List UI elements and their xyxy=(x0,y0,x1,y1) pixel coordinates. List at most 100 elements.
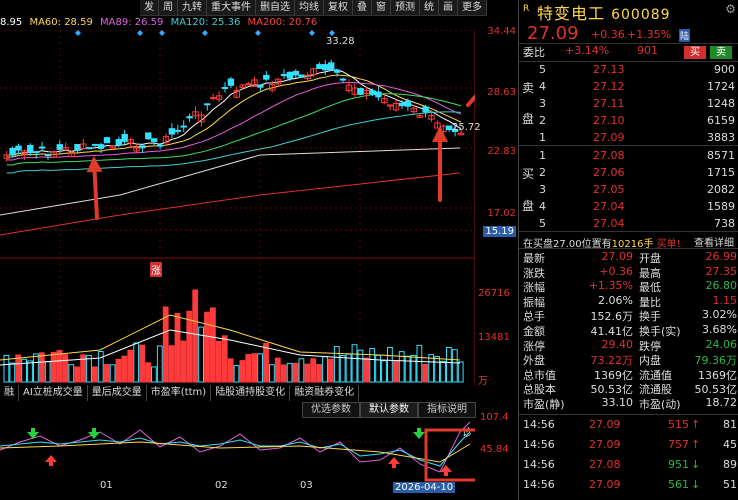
sell-button[interactable]: 卖 xyxy=(710,46,732,59)
toolbar-item-11[interactable]: 画 xyxy=(439,0,458,15)
candle xyxy=(257,85,264,88)
volume-bar xyxy=(215,340,222,383)
bid-row[interactable]: 1 27.08 8571 xyxy=(537,149,737,165)
ob-volume: 1248 xyxy=(707,97,735,110)
candle xyxy=(204,103,211,106)
candle xyxy=(286,71,294,79)
tick-price: 27.09 xyxy=(589,478,621,491)
divider xyxy=(519,145,738,146)
candle xyxy=(139,145,146,149)
axis-label-4: 17.02 xyxy=(487,208,516,219)
tick-count: 89 xyxy=(723,458,737,471)
candle xyxy=(44,154,52,157)
axis-label-3: 22.83 xyxy=(487,146,516,157)
tick-count: 81 xyxy=(723,418,737,431)
ask-row[interactable]: 3 27.11 1248 xyxy=(537,97,737,113)
candle xyxy=(280,73,288,77)
kline-chart[interactable] xyxy=(0,30,475,390)
volume-bar xyxy=(210,307,216,383)
volume-bar xyxy=(434,356,441,383)
volume-bar xyxy=(156,345,163,383)
candle xyxy=(174,129,182,132)
indicator-tab-1[interactable]: AI立桩成交量 xyxy=(19,385,88,401)
indicator-tab-4[interactable]: 陆股通持股变化 xyxy=(211,385,291,401)
quote-panel: R 特变电工 600089 ⚙ 27.09 +0.36 +1.35% 陆 委比 … xyxy=(518,0,738,500)
volume-bar xyxy=(387,346,393,383)
axis-label-2: 28.63 xyxy=(487,87,516,98)
toolbar-item-10[interactable]: 统 xyxy=(420,0,439,15)
annotation-arrow-1-head xyxy=(86,156,103,173)
toolbar-item-2[interactable]: 九转 xyxy=(178,0,207,15)
candle xyxy=(369,90,376,95)
bid-row[interactable]: 2 27.06 1715 xyxy=(537,166,737,182)
stat-value: 2.06% xyxy=(598,293,633,307)
volume-bar xyxy=(310,358,317,383)
candle xyxy=(375,91,382,98)
stat-value: 41.41亿 xyxy=(590,325,634,338)
ob-price: 27.09 xyxy=(593,131,625,144)
toolbar-item-0[interactable]: 发 xyxy=(140,0,159,15)
stat-value: 3.02% xyxy=(702,308,737,322)
indicator-tab-3[interactable]: 市盈率(ttm) xyxy=(147,385,212,401)
ob-price: 27.05 xyxy=(593,183,625,196)
toolbar-item-6[interactable]: 复权 xyxy=(324,0,353,15)
ma200-value: MA200: 20.76 xyxy=(247,17,318,28)
chart-markers xyxy=(75,30,475,220)
volume-bar xyxy=(446,346,452,383)
volume-bar xyxy=(21,358,28,383)
candle xyxy=(168,128,176,135)
volume-bar xyxy=(62,354,69,383)
volume-bar xyxy=(27,360,33,383)
volume-bar xyxy=(269,364,275,383)
buy-side-label-2: 盘 xyxy=(521,199,534,213)
toolbar-item-8[interactable]: 窗 xyxy=(372,0,391,15)
ob-level: 2 xyxy=(539,114,546,127)
volume-bar xyxy=(451,349,458,383)
indicator-tab-0[interactable]: 融 xyxy=(0,385,19,401)
stat-key: 外盘 xyxy=(523,354,545,368)
stat-value: 26.80 xyxy=(705,279,738,293)
stat-key: 市盈(静) xyxy=(523,398,565,411)
candle xyxy=(9,147,16,156)
arrow-up-icon: ↑ xyxy=(691,418,701,431)
toolbar-item-7[interactable]: 叠 xyxy=(353,0,372,15)
tick-count: 45 xyxy=(723,438,737,451)
stat-key: 换手(实) xyxy=(639,325,681,338)
toolbar-item-9[interactable]: 预测 xyxy=(391,0,420,15)
stock-title[interactable]: 特变电工 600089 xyxy=(537,0,671,23)
stat-row: 最新 27.09 开盘 26.99 xyxy=(519,250,738,265)
ob-price: 27.11 xyxy=(593,97,625,110)
indicator-tab-5[interactable]: 融资融券变化 xyxy=(290,385,360,401)
stat-row: 市盈(静) 33.10 市盈(动) 18.72 xyxy=(519,396,738,411)
gear-icon[interactable]: ⚙ xyxy=(725,2,736,16)
view-detail-link[interactable]: 查看详细 xyxy=(694,234,734,249)
toolbar-item-4[interactable]: 删自选 xyxy=(256,0,295,15)
buy-button[interactable]: 买 xyxy=(684,46,706,59)
arrow-down-icon: ↓ xyxy=(691,478,701,491)
stat-value: 33.10 xyxy=(601,396,634,409)
toolbar-item-5[interactable]: 均线 xyxy=(295,0,324,15)
buy-signal-icon xyxy=(88,428,100,439)
bid-row[interactable]: 3 27.05 2082 xyxy=(537,183,737,199)
toolbar-item-3[interactable]: 重大事件 xyxy=(207,0,256,15)
bid-row[interactable]: 4 27.04 1589 xyxy=(537,200,737,216)
ask-row[interactable]: 5 27.13 900 xyxy=(537,63,737,79)
stat-value: 50.53亿 xyxy=(694,383,738,397)
tick-row: 14:56 27.09 757 ↑ 45 xyxy=(519,438,738,456)
candle xyxy=(156,144,164,147)
divider xyxy=(519,414,738,415)
ask-row[interactable]: 2 27.10 6159 xyxy=(537,114,737,130)
divider xyxy=(519,248,738,249)
ob-volume: 900 xyxy=(714,63,735,76)
indicator-tab-2[interactable]: 量后成交量 xyxy=(88,385,147,401)
volume-bar xyxy=(369,348,376,383)
webi-pct: +3.14% xyxy=(565,44,610,57)
toolbar-item-1[interactable]: 周 xyxy=(159,0,178,15)
volume-bar xyxy=(363,357,370,383)
volume-bar xyxy=(333,346,340,383)
candle xyxy=(38,146,46,149)
volume-bar xyxy=(239,360,246,383)
volume-bars xyxy=(3,289,464,383)
ask-row[interactable]: 4 27.12 1724 xyxy=(537,80,737,96)
volume-bar xyxy=(145,362,151,383)
